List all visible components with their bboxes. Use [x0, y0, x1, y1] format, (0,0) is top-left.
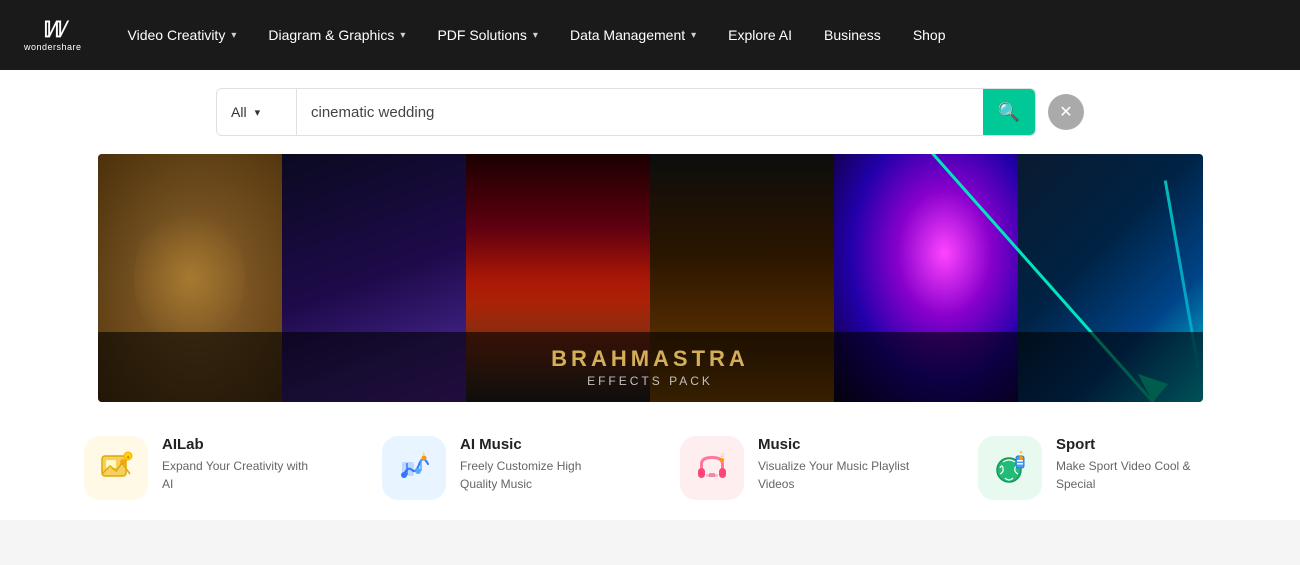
ailab-desc: Expand Your Creativity with AI [162, 457, 322, 493]
svg-text:✦: ✦ [1019, 450, 1023, 456]
search-input[interactable] [297, 104, 983, 121]
nav-diagram-graphics[interactable]: Diagram & Graphics ▾ [252, 0, 421, 70]
nav-label-explore-ai: Explore AI [728, 27, 792, 43]
close-search-button[interactable]: ✕ [1048, 94, 1084, 130]
logo-symbol: 𝕎 [41, 19, 65, 41]
sport-title: Sport [1056, 436, 1216, 453]
nav-label-shop: Shop [913, 27, 946, 43]
navbar: 𝕎 wondershare Video Creativity ▾ Diagram… [0, 0, 1300, 70]
nav-video-creativity[interactable]: Video Creativity ▾ [112, 0, 253, 70]
nav-data-management[interactable]: Data Management ▾ [554, 0, 712, 70]
logo[interactable]: 𝕎 wondershare [24, 19, 82, 52]
nav-business[interactable]: Business [808, 0, 897, 70]
category-aimusic[interactable]: ♪ AI Music Freely Customize High Quality… [382, 436, 620, 500]
aimusic-text: AI Music Freely Customize High Quality M… [460, 436, 620, 493]
banner-wrapper: BRAHMASTRA EFFECTS PACK [0, 154, 1300, 412]
svg-text:♫: ♫ [720, 453, 725, 459]
nav-label-diagram-graphics: Diagram & Graphics [268, 27, 394, 43]
dropdown-value: All [231, 104, 247, 120]
nav-pdf-solutions[interactable]: PDF Solutions ▾ [421, 0, 554, 70]
close-icon: ✕ [1059, 102, 1072, 122]
nav-label-video-creativity: Video Creativity [128, 27, 226, 43]
chevron-down-icon: ▾ [400, 30, 405, 41]
aimusic-icon: ♪ [382, 436, 446, 500]
aimusic-title: AI Music [460, 436, 620, 453]
nav-items: Video Creativity ▾ Diagram & Graphics ▾ … [112, 0, 1276, 70]
logo-text: wondershare [24, 42, 82, 52]
svg-text:✦: ✦ [126, 455, 130, 461]
sport-text: Sport Make Sport Video Cool & Special [1056, 436, 1216, 493]
aimusic-desc: Freely Customize High Quality Music [460, 457, 620, 493]
chevron-down-icon: ▾ [231, 30, 236, 41]
chevron-down-icon: ▾ [533, 30, 538, 41]
nav-label-business: Business [824, 27, 881, 43]
banner-title-overlay: BRAHMASTRA EFFECTS PACK [98, 332, 1203, 402]
nav-explore-ai[interactable]: Explore AI [712, 0, 808, 70]
music-text: Music Visualize Your Music Playlist Vide… [758, 436, 918, 493]
category-sport[interactable]: ✦ Sport Make Sport Video Cool & Special [978, 436, 1216, 500]
categories-section: ✦ AILab Expand Your Creativity with AI ♪… [0, 412, 1300, 520]
dropdown-arrow-icon: ▾ [255, 106, 261, 119]
banner-main-title: BRAHMASTRA [118, 346, 1183, 372]
category-music[interactable]: ♫ Music Visualize Your Music Playlist Vi… [680, 436, 918, 500]
ailab-title: AILab [162, 436, 322, 453]
nav-shop[interactable]: Shop [897, 0, 962, 70]
music-icon: ♫ [680, 436, 744, 500]
banner-subtitle: EFFECTS PACK [118, 374, 1183, 388]
music-desc: Visualize Your Music Playlist Videos [758, 457, 918, 493]
category-ailab[interactable]: ✦ AILab Expand Your Creativity with AI [84, 436, 322, 500]
svg-text:♪: ♪ [422, 451, 425, 457]
sport-icon: ✦ [978, 436, 1042, 500]
search-wrapper: All ▾ 🔍 [216, 88, 1036, 136]
sport-desc: Make Sport Video Cool & Special [1056, 457, 1216, 493]
nav-label-pdf-solutions: PDF Solutions [437, 27, 526, 43]
ailab-icon: ✦ [84, 436, 148, 500]
search-category-dropdown[interactable]: All ▾ [217, 89, 297, 135]
chevron-down-icon: ▾ [691, 30, 696, 41]
search-bar-container: All ▾ 🔍 ✕ [0, 70, 1300, 154]
search-icon: 🔍 [998, 102, 1020, 123]
banner[interactable]: BRAHMASTRA EFFECTS PACK [98, 154, 1203, 402]
music-title: Music [758, 436, 918, 453]
nav-label-data-management: Data Management [570, 27, 685, 43]
search-button[interactable]: 🔍 [983, 89, 1035, 135]
ailab-text: AILab Expand Your Creativity with AI [162, 436, 322, 493]
